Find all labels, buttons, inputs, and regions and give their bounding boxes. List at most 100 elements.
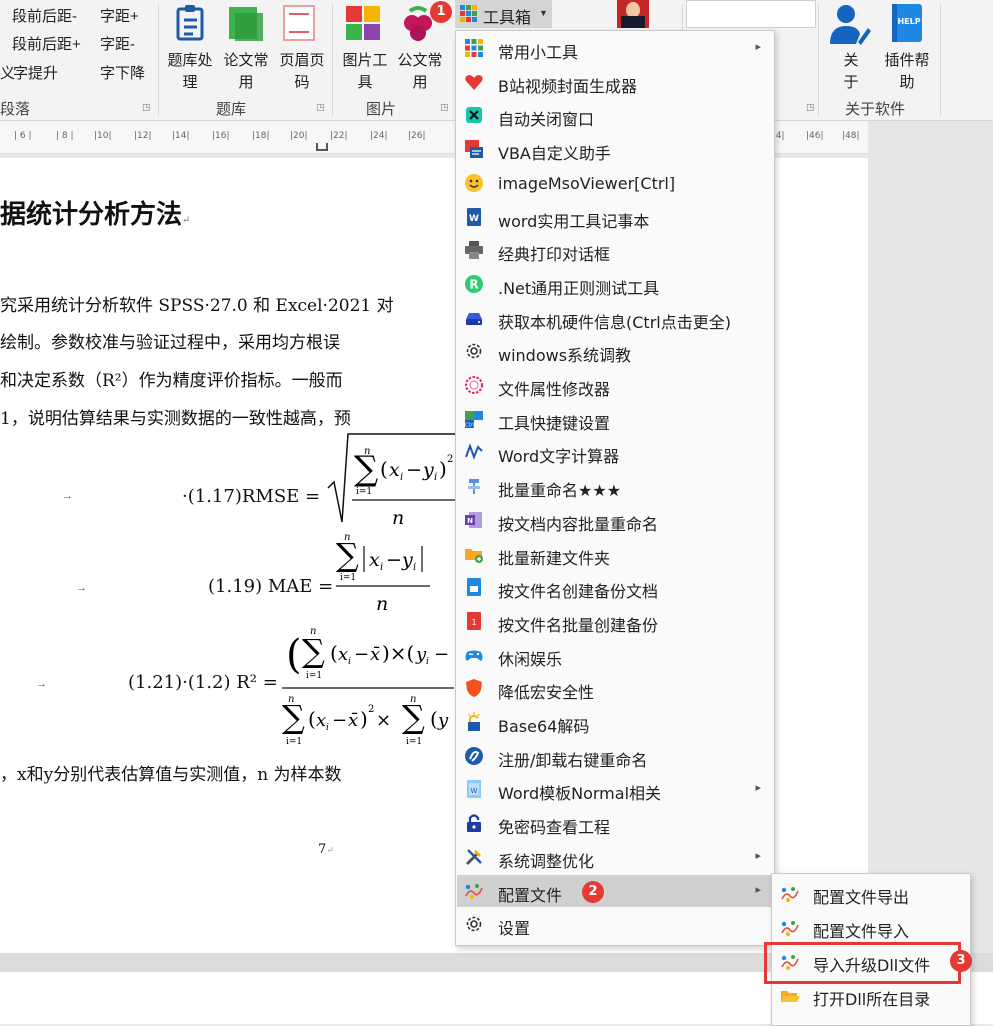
- menu-item[interactable]: 批量新建文件夹: [457, 538, 773, 570]
- menu-item[interactable]: N 按文档内容批量重命名: [457, 504, 773, 536]
- menu-item[interactable]: R .Net通用正则测试工具: [457, 268, 773, 300]
- svg-text:∑: ∑: [354, 449, 378, 489]
- smiley-icon: [463, 172, 485, 194]
- submenu-item[interactable]: 配置文件导入: [773, 910, 969, 944]
- toolbox-grid-icon: [460, 5, 477, 22]
- menu-item[interactable]: W Word模板Normal相关 ▸: [457, 773, 773, 805]
- svg-text:x: x: [389, 459, 400, 481]
- submenu-item[interactable]: 配置文件导出: [773, 876, 969, 910]
- help-icon-text: HELP: [897, 17, 920, 26]
- menu-item[interactable]: 经典打印对话框: [457, 234, 773, 266]
- menu-item-label: Word模板Normal相关: [498, 784, 662, 804]
- menu-item-label: 降低宏安全性: [498, 683, 595, 703]
- menu-item[interactable]: 按文件名创建备份文档: [457, 571, 773, 603]
- space-before-increase-button[interactable]: 段前后距+: [12, 33, 81, 54]
- clipboard-list-icon: [176, 5, 204, 41]
- ribbon-input-box[interactable]: [686, 0, 816, 28]
- svg-text:−: −: [354, 644, 369, 665]
- onenote-icon: N: [463, 509, 485, 531]
- svg-text:N: N: [467, 517, 473, 525]
- svg-text:y: y: [437, 710, 449, 731]
- char-spacing-increase-button[interactable]: 字距+: [100, 5, 139, 26]
- menu-item-label: 批量重命名★★★: [498, 481, 622, 501]
- menu-item[interactable]: Ctrl 工具快捷键设置: [457, 403, 773, 435]
- group-label-tiku: 题库: [216, 101, 247, 118]
- config-export-icon: [779, 883, 801, 905]
- ruler-tick: |46|: [806, 131, 824, 141]
- ruler-tick: |48|: [842, 131, 860, 141]
- group-label-picture: 图片: [366, 101, 397, 118]
- paper-common-icon: [229, 7, 263, 41]
- indent-marker-icon[interactable]: [316, 143, 328, 151]
- svg-text:Ctrl: Ctrl: [465, 422, 474, 428]
- svg-text:n: n: [392, 507, 404, 529]
- paragraph-launcher-icon[interactable]: ◳: [142, 102, 151, 113]
- menu-item[interactable]: windows系统调教: [457, 335, 773, 367]
- menu-item[interactable]: 设置: [457, 908, 773, 940]
- avatar[interactable]: [617, 0, 649, 28]
- ruler-tick: |14|: [172, 131, 190, 141]
- space-before-decrease-button[interactable]: 段前后距-: [12, 5, 77, 26]
- svg-text:(: (: [308, 707, 316, 731]
- menu-item[interactable]: Word文字计算器: [457, 436, 773, 468]
- menu-item[interactable]: 免密码查看工程: [457, 807, 773, 839]
- menu-item[interactable]: 1 按文件名批量创建备份: [457, 605, 773, 637]
- menu-item[interactable]: 休闲娱乐: [457, 639, 773, 671]
- unlock-icon: [463, 812, 485, 834]
- svg-text:2: 2: [368, 704, 374, 715]
- menu-item[interactable]: Base64解码: [457, 706, 773, 738]
- menu-item[interactable]: imageMsoViewer[Ctrl]: [457, 167, 773, 199]
- char-lower-button[interactable]: 字下降: [100, 62, 145, 83]
- menu-item[interactable]: 自动关闭窗口: [457, 99, 773, 131]
- close-window-icon: [463, 104, 485, 126]
- ruler-tick: |22|: [330, 131, 348, 141]
- menu-item-label: 休闲娱乐: [498, 649, 563, 669]
- svg-text:i=1: i=1: [356, 487, 372, 497]
- lock-light-icon: [463, 711, 485, 733]
- menu-item[interactable]: VBA自定义助手: [457, 133, 773, 165]
- char-raise-button[interactable]: 字提升: [13, 62, 58, 83]
- word-doc-icon: W: [463, 206, 485, 228]
- picture-tools-button[interactable]: 图片工 具: [338, 50, 392, 94]
- menu-item-label: word实用工具记事本: [498, 211, 650, 231]
- menu-item[interactable]: 注册/卸载右键重命名: [457, 740, 773, 772]
- tiku-launcher-icon[interactable]: ◳: [316, 102, 325, 113]
- svg-text:i: i: [380, 562, 383, 573]
- submenu-item-label: 配置文件导入: [813, 922, 910, 941]
- char-spacing-decrease-button[interactable]: 字距-: [100, 33, 135, 54]
- official-common-button[interactable]: 公文常 用: [392, 50, 448, 94]
- plugin-help-button[interactable]: 插件帮 助: [876, 50, 938, 94]
- section-heading: 据统计分析方法↵: [0, 200, 191, 230]
- tiku-process-button[interactable]: 题库处 理: [164, 50, 216, 94]
- menu-item[interactable]: 常用小工具 ▸: [457, 32, 773, 64]
- menu-item[interactable]: 文件属性修改器: [457, 369, 773, 401]
- svg-text:(: (: [430, 707, 438, 731]
- folder-open-icon: [779, 985, 801, 1007]
- menu-item[interactable]: 配置文件 ▸: [457, 874, 773, 907]
- menu-item[interactable]: 批量重命名★★★: [457, 470, 773, 502]
- menu-item-label: 经典打印对话框: [498, 245, 611, 265]
- launcher-icon[interactable]: ◳: [806, 102, 815, 113]
- menu-item[interactable]: 获取本机硬件信息(Ctrl点击更全): [457, 302, 773, 334]
- template-icon: W: [463, 778, 485, 800]
- config-icon: [463, 880, 485, 902]
- menu-item[interactable]: 系统调整优化 ▸: [457, 841, 773, 873]
- paper-common-button[interactable]: 论文常 用: [218, 50, 274, 94]
- badge-icon: [463, 374, 485, 396]
- gear-icon: [463, 340, 485, 362]
- menu-item[interactable]: Wword实用工具记事本: [457, 201, 773, 233]
- about-button[interactable]: 关 于: [834, 50, 868, 94]
- header-footer-button[interactable]: 页眉页 码: [274, 50, 330, 94]
- submenu-arrow-icon: ▸: [755, 849, 761, 862]
- menu-item-label: 常用小工具: [498, 43, 579, 62]
- svg-text:x̄: x̄: [370, 644, 380, 665]
- svg-text:∑: ∑: [302, 632, 325, 670]
- paragraph-line: 绘制。参数校准与验证过程中，采用均方根误: [0, 333, 340, 353]
- submenu-item-label: 配置文件导出: [813, 888, 910, 907]
- menu-item[interactable]: B站视频封面生成器: [457, 66, 773, 98]
- group-label-about: 关于软件: [845, 101, 906, 118]
- picture-launcher-icon[interactable]: ◳: [440, 102, 449, 113]
- menu-item[interactable]: 降低宏安全性: [457, 672, 773, 704]
- toolbox-button[interactable]: 工具箱 ▼: [455, 0, 552, 28]
- calculator-icon: [463, 441, 485, 463]
